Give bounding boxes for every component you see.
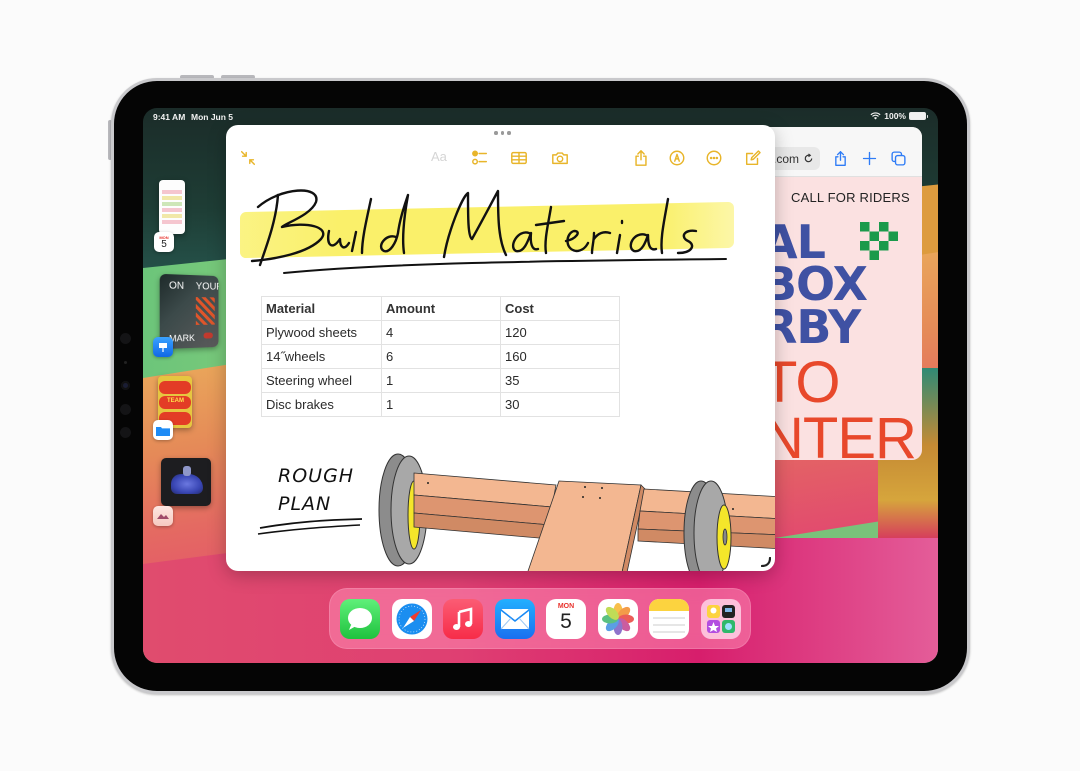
share-button[interactable] — [830, 148, 850, 168]
reload-icon[interactable] — [803, 153, 814, 164]
reality-composer-app-icon — [153, 506, 173, 526]
poster-kicker: CALL FOR RIDERS — [791, 190, 910, 205]
calendar-app-icon: MON 5 — [154, 232, 174, 252]
keynote-thumb-text: ON — [169, 280, 185, 292]
table-cell[interactable]: Steering wheel — [261, 368, 382, 393]
product-shot: 9:41 AM Mon Jun 5 100% MON 5 ON YOUR MAR… — [0, 0, 1080, 771]
table-header-row: Material Amount Cost — [261, 296, 620, 321]
safari-window[interactable]: .com CALL FOR RIDERS AL BOX RBY TO NTER — [760, 127, 922, 460]
resize-handle[interactable] — [761, 557, 771, 567]
markup-icon — [669, 150, 685, 166]
collapse-icon — [240, 150, 256, 166]
camera-icon — [552, 152, 568, 165]
stage-thumb-reality-composer[interactable] — [161, 458, 211, 506]
go-kart-sketch — [378, 453, 775, 571]
table-cell[interactable]: 6 — [381, 344, 501, 369]
plus-icon — [862, 151, 876, 165]
table-cell[interactable]: 1 — [381, 368, 501, 393]
table-cell[interactable]: Plywood sheets — [261, 320, 382, 345]
files-app-icon — [153, 420, 173, 440]
table-cell[interactable]: 4 — [381, 320, 501, 345]
underline-stroke — [257, 518, 363, 535]
front-camera — [121, 381, 130, 390]
safari-toolbar: .com — [760, 127, 922, 177]
status-bar: 9:41 AM Mon Jun 5 100% — [143, 108, 938, 126]
more-icon — [706, 150, 722, 166]
battery-percent: 100% — [884, 111, 906, 121]
table-icon — [511, 151, 527, 165]
calendar-day: MON — [557, 602, 575, 610]
battery-icon — [909, 112, 928, 120]
checkered-flag-icon — [860, 222, 898, 260]
share-icon — [635, 150, 647, 166]
table-row[interactable]: Plywood sheets 4 120 — [261, 320, 620, 345]
dock: MON 5 — [329, 588, 751, 649]
messages-icon — [348, 607, 372, 630]
url-text: .com — [772, 151, 799, 166]
status-date: Mon Jun 5 — [191, 112, 234, 122]
dock-app-music[interactable] — [443, 598, 483, 639]
dock-app-safari[interactable] — [391, 598, 432, 639]
camera-button[interactable] — [550, 148, 570, 168]
checklist-icon — [472, 150, 488, 165]
calendar-date: 5 — [560, 609, 572, 633]
camera-sensor — [124, 361, 127, 364]
stage-thumb-calendar[interactable] — [159, 180, 185, 234]
poster-headline: RBY — [762, 300, 861, 354]
table-row[interactable]: 14˝wheels 6 160 — [261, 344, 620, 369]
window-grabber[interactable] — [494, 131, 511, 135]
notes-pad-icon — [649, 598, 689, 633]
compose-button[interactable] — [743, 148, 763, 168]
share-icon — [834, 150, 846, 166]
share-button[interactable] — [631, 148, 651, 168]
handwriting-build-materials — [250, 189, 727, 274]
table-cell[interactable]: 160 — [500, 344, 620, 369]
table-cell[interactable]: 35 — [500, 368, 620, 393]
dock-app-photos[interactable] — [597, 598, 638, 639]
format-button[interactable]: Aa — [431, 149, 447, 164]
dock-app-messages[interactable] — [340, 598, 380, 639]
safari-compass-icon — [396, 603, 427, 634]
column-header: Amount — [381, 296, 501, 321]
new-tab-button[interactable] — [859, 148, 879, 168]
camera-sensor — [120, 427, 131, 438]
compose-icon — [745, 150, 761, 166]
table-cell[interactable]: 30 — [500, 392, 620, 417]
files-thumb-text: TEAM — [167, 398, 184, 404]
camera-sensor — [120, 404, 131, 415]
markup-button[interactable] — [667, 148, 687, 168]
checklist-button[interactable] — [470, 148, 490, 168]
table-cell[interactable]: 1 — [381, 392, 501, 417]
table-row[interactable]: Disc brakes 1 30 — [261, 392, 620, 417]
photos-flower-icon — [601, 602, 634, 635]
dock-app-mail[interactable] — [494, 598, 535, 639]
table-cell[interactable]: 14˝wheels — [261, 344, 382, 369]
tabs-icon — [890, 150, 906, 166]
camera-sensor — [120, 333, 131, 344]
column-header: Material — [261, 296, 382, 321]
table-cell[interactable]: Disc brakes — [261, 392, 382, 417]
collapse-button[interactable] — [238, 148, 258, 168]
wifi-icon — [870, 112, 881, 120]
app-folder-icon — [706, 604, 735, 633]
keynote-thumb-text: YOUR — [195, 281, 219, 293]
column-header: Cost — [500, 296, 620, 321]
more-button[interactable] — [704, 148, 724, 168]
poster-subhead: NTER — [762, 406, 917, 461]
materials-table: Material Amount Cost Plywood sheets 4 12… — [261, 296, 620, 417]
dock-app-folder[interactable] — [700, 598, 741, 639]
calendar-badge-num: 5 — [161, 238, 167, 250]
notes-window[interactable]: Aa Material Amount Cost Plywood sheets 4… — [226, 125, 775, 571]
dock-app-calendar[interactable]: MON 5 — [546, 598, 586, 639]
mail-envelope-icon — [500, 608, 529, 629]
dock-app-notes[interactable] — [649, 598, 689, 639]
music-note-icon — [453, 606, 473, 630]
table-cell[interactable]: 120 — [500, 320, 620, 345]
keynote-app-icon — [153, 337, 173, 357]
tabs-button[interactable] — [888, 148, 908, 168]
status-time: 9:41 AM — [153, 112, 186, 122]
table-button[interactable] — [509, 148, 529, 168]
table-row[interactable]: Steering wheel 1 35 — [261, 368, 620, 393]
